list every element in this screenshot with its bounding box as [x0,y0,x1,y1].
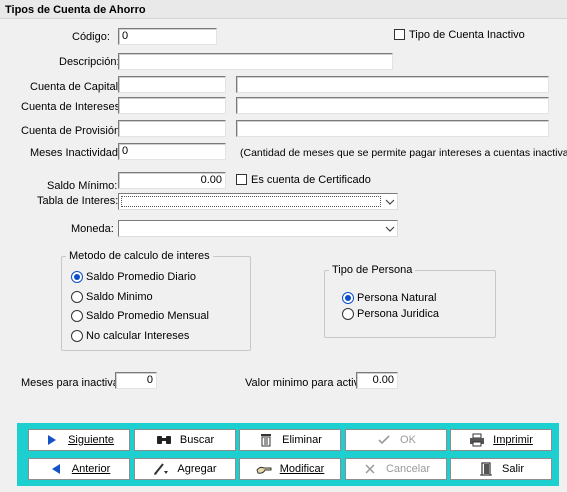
tipo-inactivo-label: Tipo de Cuenta Inactivo [409,29,525,41]
codigo-field[interactable]: 0 [118,28,217,45]
es-certificado-checkbox[interactable] [236,174,247,185]
eliminar-button[interactable]: Eliminar [239,429,341,451]
metodo-calculo-legend: Metodo de calculo de interes [69,250,210,262]
meses-inactividad-label: Meses Inactividad: [30,147,122,159]
es-certificado-label: Es cuenta de Certificado [251,174,371,186]
cuenta-intereses-label: Cuenta de Intereses: [21,101,124,113]
tabla-interes-select[interactable] [118,193,398,210]
no-calcular-intereses-label: No calcular Intereses [86,330,190,342]
cuenta-intereses-code-field[interactable] [118,97,226,114]
cuenta-provision-name-field [236,120,549,137]
hand-pen-icon [256,461,272,477]
meses-para-inactivar-field[interactable]: 0 [115,372,157,389]
tipo-persona-legend: Tipo de Persona [332,264,413,276]
codigo-label: Código: [72,31,110,43]
anterior-button[interactable]: Anterior [28,458,130,480]
check-icon [376,432,392,448]
meses-para-inactivar-label: Meses para inactivar [21,377,123,389]
saldo-minimo-option-label: Saldo Minimo [86,291,153,303]
cuenta-capital-name-field [236,76,549,93]
moneda-select[interactable] [118,220,398,237]
radio-saldo-promedio-mensual[interactable] [71,310,83,322]
saldo-minimo-field[interactable]: 0.00 [118,172,226,189]
cuenta-provision-label: Cuenta de Provisión: [21,125,124,137]
modificar-button[interactable]: Modificar [239,458,341,480]
saldo-promedio-diario-label: Saldo Promedio Diario [86,271,197,283]
meses-inactividad-hint: (Cantidad de meses que se permite pagar … [240,147,567,159]
radio-persona-natural[interactable] [342,292,354,304]
action-toolbar: Siguiente Buscar Eliminar OK Imprimir An… [17,423,559,486]
cuenta-provision-code-field[interactable] [118,120,226,137]
cuenta-intereses-name-field [236,97,549,114]
tipo-inactivo-checkbox[interactable] [394,29,405,40]
cuenta-capital-code-field[interactable] [118,76,226,93]
tabla-interes-value [121,196,381,207]
valor-minimo-activar-label: Valor minimo para activar [245,377,369,389]
x-icon [362,461,378,477]
cancelar-button[interactable]: Cancelar [345,458,447,480]
radio-saldo-minimo[interactable] [71,291,83,303]
valor-minimo-activar-field[interactable]: 0.00 [356,372,398,389]
moneda-label: Moneda: [71,223,114,235]
salir-button[interactable]: Salir [450,458,552,480]
descripcion-field[interactable] [118,53,393,70]
tabla-interes-label: Tabla de Interes: [37,195,119,207]
radio-persona-juridica[interactable] [342,308,354,320]
persona-juridica-label: Persona Juridica [357,308,439,320]
cuenta-capital-label: Cuenta de Capital: [30,81,122,93]
descripcion-label: Descripción: [59,56,120,68]
agregar-button[interactable]: Agregar [134,458,236,480]
triangle-left-icon [48,461,64,477]
printer-icon [469,432,485,448]
siguiente-button[interactable]: Siguiente [28,429,130,451]
exit-door-icon [478,461,494,477]
binoculars-icon [156,432,172,448]
meses-inactividad-field[interactable]: 0 [118,143,226,160]
persona-natural-label: Persona Natural [357,292,437,304]
radio-no-calcular-intereses[interactable] [71,330,83,342]
saldo-minimo-label: Saldo Mínimo: [47,180,118,192]
ok-button[interactable]: OK [345,429,447,451]
pencil-icon [153,461,169,477]
triangle-right-icon [44,432,60,448]
buscar-button[interactable]: Buscar [134,429,236,451]
chevron-down-icon [385,226,395,232]
saldo-promedio-mensual-label: Saldo Promedio Mensual [86,310,209,322]
chevron-down-icon [385,199,395,205]
imprimir-button[interactable]: Imprimir [450,429,552,451]
radio-saldo-promedio-diario[interactable] [71,271,83,283]
trash-icon [258,432,274,448]
window-title: Tipos de Cuenta de Ahorro [0,0,567,19]
